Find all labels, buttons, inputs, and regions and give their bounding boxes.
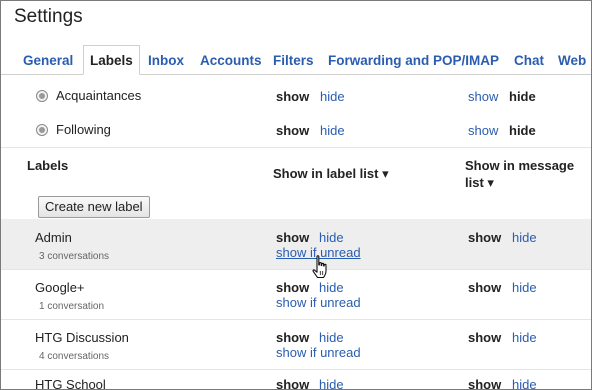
tab-accounts[interactable]: Accounts — [200, 46, 262, 74]
settings-tabs: General Labels Inbox Accounts Filters Fo… — [1, 45, 591, 75]
conversation-count: 1 conversation — [39, 301, 105, 312]
radio-icon[interactable] — [36, 124, 48, 136]
message-list-hide[interactable]: hide — [512, 280, 537, 295]
column-header-label-list[interactable]: Show in label list ▾ — [273, 166, 389, 182]
page-title: Settings — [14, 6, 83, 27]
label-list-show[interactable]: show — [276, 123, 309, 138]
label-list-hide[interactable]: hide — [320, 89, 345, 104]
circle-name: Following — [56, 122, 111, 137]
hand-cursor-icon — [312, 255, 327, 279]
label-name: Admin — [35, 230, 72, 245]
labels-heading: Labels — [27, 158, 69, 173]
message-list-show[interactable]: show — [468, 377, 501, 389]
row-divider — [1, 319, 591, 320]
settings-window: Settings General Labels Inbox Accounts F… — [0, 0, 592, 390]
label-list-show[interactable]: show — [276, 230, 309, 245]
column-header-message-list[interactable]: Show in message — [465, 158, 574, 173]
label-list-show[interactable]: show — [276, 377, 309, 389]
message-list-hide[interactable]: hide — [509, 123, 536, 138]
label-name: HTG Discussion — [35, 330, 129, 345]
message-list-show[interactable]: show — [468, 230, 501, 245]
message-list-show[interactable]: show — [468, 123, 498, 138]
row-divider — [1, 269, 591, 270]
label-name: Google+ — [35, 280, 85, 295]
row-divider — [1, 369, 591, 370]
message-list-show[interactable]: show — [468, 330, 501, 345]
message-list-hide[interactable]: hide — [512, 230, 537, 245]
label-list-hide[interactable]: hide — [319, 230, 344, 245]
label-list-hide[interactable]: hide — [319, 280, 344, 295]
tab-inbox[interactable]: Inbox — [148, 46, 184, 74]
label-list-hide[interactable]: hide — [319, 377, 344, 389]
label-list-show[interactable]: show — [276, 89, 309, 104]
label-list-show[interactable]: show — [276, 330, 309, 345]
label-list-show[interactable]: show — [276, 280, 309, 295]
tab-web[interactable]: Web — [558, 46, 586, 74]
tab-labels[interactable]: Labels — [83, 45, 140, 75]
column-header-message-list-line2[interactable]: list ▾ — [465, 175, 494, 191]
tab-filters[interactable]: Filters — [273, 46, 314, 74]
message-list-hide[interactable]: hide — [509, 89, 536, 104]
label-list-hide[interactable]: hide — [320, 123, 345, 138]
label-list-show-if-unread[interactable]: show if unread — [276, 345, 361, 360]
tab-forwarding-pop-imap[interactable]: Forwarding and POP/IMAP — [328, 46, 499, 74]
message-list-hide[interactable]: hide — [512, 377, 537, 389]
section-divider — [1, 147, 591, 148]
message-list-show[interactable]: show — [468, 89, 498, 104]
create-new-label-button[interactable]: Create new label — [38, 196, 150, 218]
label-list-show-if-unread[interactable]: show if unread — [276, 295, 361, 310]
message-list-hide[interactable]: hide — [512, 330, 537, 345]
tab-general[interactable]: General — [23, 46, 73, 74]
label-list-hide[interactable]: hide — [319, 330, 344, 345]
circle-name: Acquaintances — [56, 88, 142, 103]
radio-icon[interactable] — [36, 90, 48, 102]
conversation-count: 4 conversations — [39, 351, 110, 362]
conversation-count: 3 conversations — [39, 251, 110, 262]
label-name: HTG School — [35, 377, 106, 390]
tab-chat[interactable]: Chat — [514, 46, 544, 74]
message-list-show[interactable]: show — [468, 280, 501, 295]
